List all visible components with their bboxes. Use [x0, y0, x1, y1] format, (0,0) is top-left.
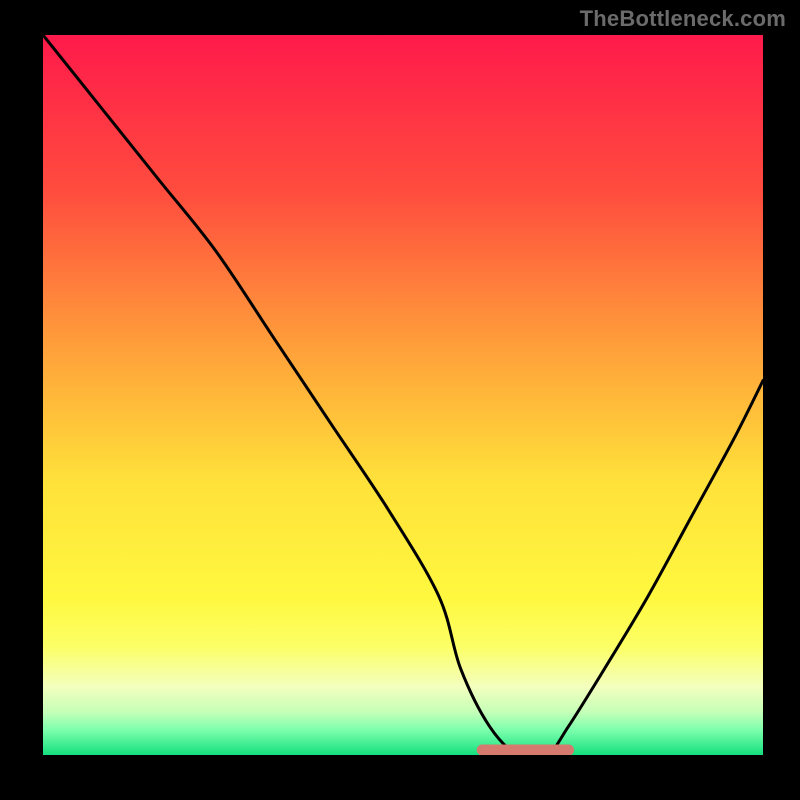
bottleneck-chart — [0, 0, 800, 800]
gradient-background — [43, 35, 763, 755]
chart-frame: { "watermark": "TheBottleneck.com", "cha… — [0, 0, 800, 800]
watermark: TheBottleneck.com — [580, 6, 786, 32]
